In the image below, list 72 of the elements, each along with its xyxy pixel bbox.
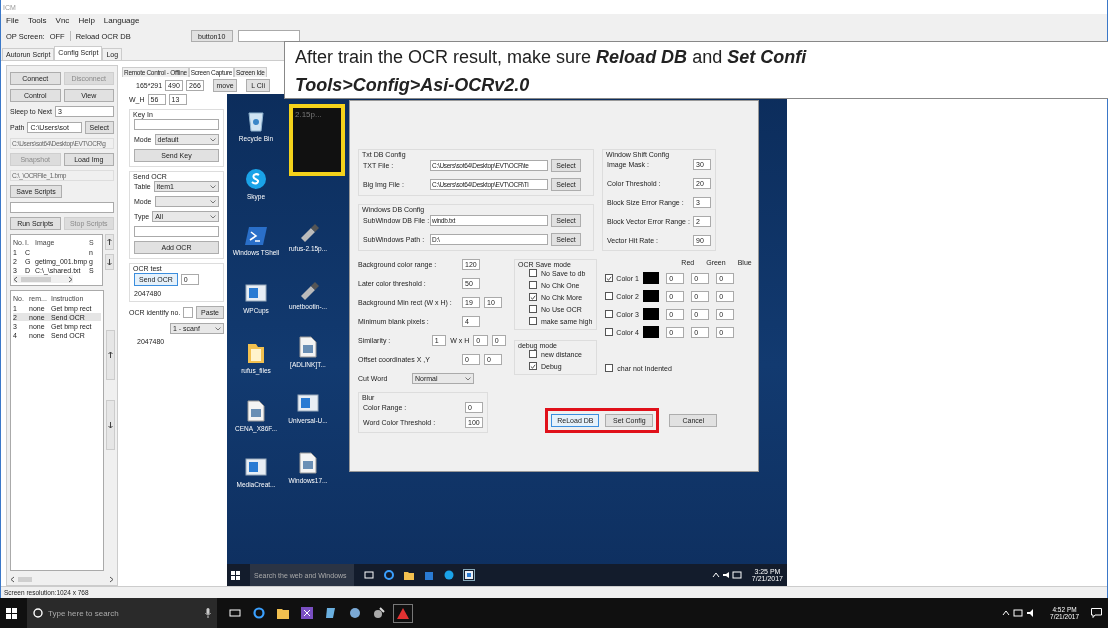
- color-swatch[interactable]: [643, 326, 660, 338]
- search-field[interactable]: Type here to search: [27, 598, 217, 628]
- app-icon[interactable]: [245, 168, 267, 190]
- notification-icon[interactable]: [1091, 608, 1102, 618]
- windows-logo-icon[interactable]: [6, 607, 17, 619]
- checkbox[interactable]: [529, 269, 537, 277]
- folder-icon[interactable]: [404, 570, 414, 580]
- checkbox[interactable]: [529, 305, 537, 313]
- down-arrow-icon: [108, 422, 113, 428]
- microphone-icon[interactable]: [205, 608, 211, 618]
- browser-icon[interactable]: [384, 570, 394, 580]
- app-icon[interactable]: [297, 394, 319, 414]
- chevron-down-icon: [210, 184, 216, 189]
- input-field[interactable]: [183, 307, 194, 318]
- chevron-down-icon: [210, 214, 216, 219]
- app-icon[interactable]: [373, 607, 385, 619]
- chevron-down-icon: [210, 199, 216, 204]
- chevron-down-icon: [210, 137, 216, 142]
- move-up-button[interactable]: [105, 234, 114, 250]
- checkbox[interactable]: [529, 362, 537, 370]
- input-field[interactable]: [10, 202, 114, 213]
- file-icon[interactable]: [299, 336, 317, 358]
- file-icon[interactable]: [247, 400, 265, 422]
- color-swatch[interactable]: [643, 308, 660, 320]
- terminal-icon[interactable]: [245, 226, 267, 246]
- app-icon[interactable]: [349, 607, 361, 619]
- color-swatch[interactable]: [643, 290, 660, 302]
- checkbox[interactable]: [605, 292, 614, 300]
- search-icon: [33, 608, 43, 618]
- menu-item[interactable]: Vnc: [55, 16, 70, 25]
- recycle-bin-icon[interactable]: [246, 110, 266, 132]
- move-down-button[interactable]: [105, 254, 114, 270]
- input-field[interactable]: [134, 226, 219, 237]
- checkbox[interactable]: [605, 310, 614, 318]
- color-swatch[interactable]: [643, 272, 660, 284]
- app-icon[interactable]: [444, 570, 454, 580]
- down-arrow-icon: [107, 259, 112, 265]
- store-icon[interactable]: [424, 570, 434, 580]
- up-arrow-icon: [107, 239, 112, 245]
- checkbox[interactable]: [529, 293, 537, 301]
- app-icon[interactable]: [325, 607, 337, 619]
- folder-icon[interactable]: [277, 607, 289, 619]
- menu-item[interactable]: File: [6, 16, 19, 25]
- task-view-icon[interactable]: [364, 571, 374, 579]
- browser-icon[interactable]: [253, 607, 265, 619]
- tray-icons[interactable]: [711, 571, 742, 579]
- task-view-icon[interactable]: [229, 608, 241, 618]
- folder-icon[interactable]: [246, 342, 266, 364]
- checkbox[interactable]: [529, 281, 537, 289]
- checkbox[interactable]: [605, 364, 614, 372]
- app-icon[interactable]: [245, 284, 267, 304]
- capture-text: 2.15p...: [295, 110, 322, 119]
- up-arrow-icon: [108, 352, 113, 358]
- checkbox[interactable]: [529, 317, 537, 325]
- menu-path-text: Tools>Config>Asi-OCRv2.0: [295, 74, 531, 96]
- file-icon[interactable]: [299, 452, 317, 474]
- chevron-down-icon: [465, 376, 471, 381]
- horizontal-scrollbar[interactable]: [10, 575, 114, 583]
- menu-item[interactable]: Tools: [27, 16, 47, 25]
- app-icon[interactable]: [245, 458, 267, 478]
- key-input-field[interactable]: [134, 119, 219, 130]
- checkbox[interactable]: [529, 350, 537, 358]
- horizontal-scrollbar[interactable]: [13, 275, 73, 283]
- checkbox[interactable]: [605, 274, 614, 282]
- toolbar-input-field[interactable]: [237, 30, 300, 42]
- chevron-down-icon: [215, 326, 221, 331]
- checkbox[interactable]: [605, 328, 614, 336]
- menu-item[interactable]: Help: [78, 16, 95, 25]
- callout-text: After train the OCR result, make sure Reload DB and Set Confi: [295, 46, 808, 68]
- menu-item[interactable]: Language: [103, 16, 140, 25]
- windows-logo-icon[interactable]: [231, 570, 240, 580]
- app-icon[interactable]: [464, 570, 474, 580]
